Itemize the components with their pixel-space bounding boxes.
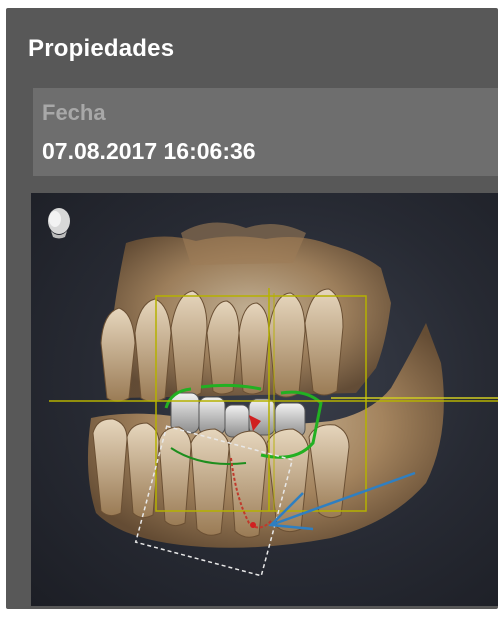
head-orientation-icon[interactable] <box>48 208 70 239</box>
3d-preview-viewer[interactable] <box>31 193 498 606</box>
dental-volume-render <box>48 208 498 577</box>
panel-title: Propiedades <box>28 35 175 62</box>
property-date: Fecha 07.08.2017 16:06:36 <box>33 88 498 176</box>
properties-panel: Propiedades Fecha 07.08.2017 16:06:36 <box>6 8 498 609</box>
property-date-label: Fecha <box>42 100 106 125</box>
property-date-value: 07.08.2017 16:06:36 <box>42 138 256 164</box>
